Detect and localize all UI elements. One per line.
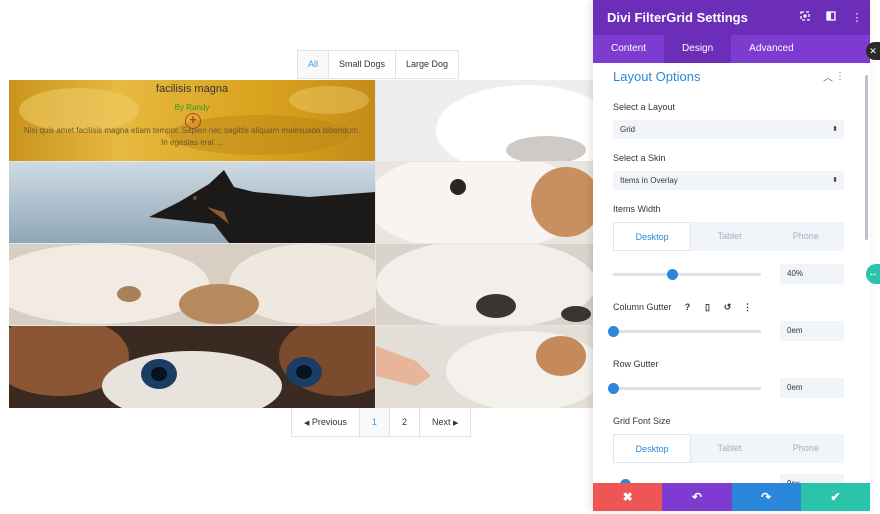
settings-panel: Divi FilterGrid Settings ⋮ Content Desig… — [593, 0, 870, 511]
device-tab-desktop[interactable]: Desktop — [613, 222, 692, 251]
panel-scrollbar[interactable] — [865, 75, 868, 240]
panel-body: Layout Options ︿ ⋮ Select a Layout Grid … — [593, 63, 870, 483]
chevron-up-icon[interactable]: ︿ — [821, 69, 835, 84]
panel-footer: ✖ ↶ ↷ ✔ — [593, 483, 870, 511]
pagination-page-2[interactable]: 2 — [390, 408, 420, 436]
bulldog-eye-image — [376, 244, 593, 325]
grid-item-bulldog-face[interactable] — [376, 162, 593, 243]
slider-handle[interactable] — [667, 268, 679, 280]
caret-right-icon: ▶ — [452, 420, 459, 427]
section-title: Layout Options — [613, 68, 701, 84]
expand-side-icon[interactable]: ↔ — [866, 264, 880, 284]
dock-panel-icon[interactable] — [818, 11, 844, 24]
grid-item-white-dog-ear[interactable] — [376, 80, 593, 161]
items-width-device-tabs: Desktop Tablet Phone — [613, 222, 844, 251]
bulldog-finger-image — [376, 326, 593, 408]
slider-handle[interactable] — [608, 382, 619, 394]
column-gutter-label-row: Column Gutter ? ▯ ↺ ⋮ — [613, 301, 845, 313]
filter-large-dog-button[interactable]: Large Dog — [396, 51, 458, 78]
device-tab-phone[interactable]: Phone — [768, 434, 844, 463]
next-label: Next — [431, 417, 451, 427]
select-layout-label: Select a Layout — [613, 102, 676, 112]
row-gutter-slider-row: 0em — [608, 378, 844, 398]
items-width-slider-row: 40% — [613, 264, 844, 284]
device-tab-phone[interactable]: Phone — [768, 222, 844, 251]
filter-grid: facilisis magna By Randy + Nisi quis ame… — [9, 80, 593, 408]
pagination: ◀ Previous 1 2 Next ▶ — [291, 408, 472, 437]
select-arrows-icon: ⬍ — [832, 177, 838, 184]
fullscreen-icon[interactable] — [792, 11, 818, 24]
grid-font-size-input[interactable]: 9px — [780, 474, 844, 483]
more-options-icon[interactable]: ⋮ — [844, 11, 870, 24]
device-tab-desktop[interactable]: Desktop — [613, 434, 692, 463]
tab-content[interactable]: Content — [593, 35, 664, 63]
grid-item-bulldog-eye[interactable] — [376, 244, 593, 325]
slider-handle[interactable] — [608, 325, 619, 337]
device-tab-tablet[interactable]: Tablet — [691, 222, 767, 251]
panel-header: Divi FilterGrid Settings ⋮ — [593, 0, 870, 35]
cancel-button[interactable]: ✖ — [593, 483, 663, 511]
column-gutter-input[interactable]: 0em — [780, 321, 844, 341]
row-gutter-label: Row Gutter — [613, 359, 659, 369]
grid-font-size-device-tabs: Desktop Tablet Phone — [613, 434, 844, 463]
item-excerpt: Nisi quis amet facilisis magna etiam tem… — [23, 126, 361, 147]
panel-title: Divi FilterGrid Settings — [607, 10, 748, 25]
tab-advanced[interactable]: Advanced — [731, 35, 811, 63]
pagination-previous-button[interactable]: ◀ Previous — [292, 408, 360, 436]
grid-item-dog-paws[interactable] — [9, 244, 375, 325]
item-title[interactable]: facilisis magna — [9, 83, 375, 95]
select-arrows-icon: ⬍ — [832, 126, 838, 133]
select-layout-value: Grid — [620, 125, 636, 134]
filter-all-button[interactable]: All — [298, 51, 330, 78]
filter-bar: All Small Dogs Large Dog — [297, 50, 460, 79]
row-gutter-input[interactable]: 0em — [780, 378, 844, 398]
items-width-label: Items Width — [613, 204, 661, 214]
dog-eyes-image — [9, 326, 375, 408]
reset-icon[interactable]: ↺ — [718, 302, 738, 313]
grid-item-black-dog[interactable] — [9, 162, 375, 243]
select-skin-value: Items in Overlay — [620, 176, 678, 185]
tab-design[interactable]: Design — [664, 35, 732, 63]
pagination-next-button[interactable]: Next ▶ — [420, 408, 470, 436]
items-width-slider[interactable] — [613, 268, 761, 280]
help-icon[interactable]: ? — [678, 302, 698, 312]
mobile-icon[interactable]: ▯ — [698, 302, 718, 313]
layout-options-toggle[interactable]: Layout Options ︿ ⋮ — [613, 64, 845, 88]
select-layout-dropdown[interactable]: Grid ⬍ — [613, 120, 844, 139]
filter-small-dogs-button[interactable]: Small Dogs — [329, 51, 397, 78]
close-side-icon[interactable]: ✕ — [866, 42, 880, 60]
column-gutter-label: Column Gutter — [613, 302, 672, 312]
device-tab-tablet[interactable]: Tablet — [691, 434, 767, 463]
section-more-icon[interactable]: ⋮ — [835, 71, 845, 82]
item-author[interactable]: By Randy — [9, 103, 375, 112]
dog-paws-image — [9, 244, 375, 325]
row-gutter-slider[interactable] — [608, 382, 761, 394]
pagination-page-1[interactable]: 1 — [359, 408, 390, 436]
caret-left-icon: ◀ — [304, 420, 310, 427]
previous-label: Previous — [311, 417, 347, 427]
black-dog-image — [9, 162, 375, 243]
grid-item-golden-dog[interactable]: facilisis magna By Randy + Nisi quis ame… — [9, 80, 375, 161]
grid-item-bulldog-finger[interactable] — [376, 326, 593, 408]
bulldog-face-image — [376, 162, 593, 243]
save-button[interactable]: ✔ — [800, 483, 870, 511]
column-gutter-slider-row: 0em — [608, 321, 844, 341]
item-overlay: facilisis magna By Randy + Nisi quis ame… — [9, 80, 375, 161]
undo-button[interactable]: ↶ — [662, 483, 732, 511]
column-gutter-slider[interactable] — [608, 325, 761, 337]
items-width-input[interactable]: 40% — [780, 264, 844, 284]
select-skin-label: Select a Skin — [613, 153, 666, 163]
grid-font-size-label: Grid Font Size — [613, 416, 671, 426]
grid-font-size-slider-row: 9px — [613, 474, 844, 483]
select-skin-dropdown[interactable]: Items in Overlay ⬍ — [613, 171, 844, 190]
more-icon[interactable]: ⋮ — [738, 302, 758, 313]
grid-item-dog-eyes[interactable] — [9, 326, 375, 408]
panel-tabs: Content Design Advanced — [593, 35, 870, 63]
white-dog-image — [376, 80, 593, 161]
redo-button[interactable]: ↷ — [731, 483, 801, 511]
